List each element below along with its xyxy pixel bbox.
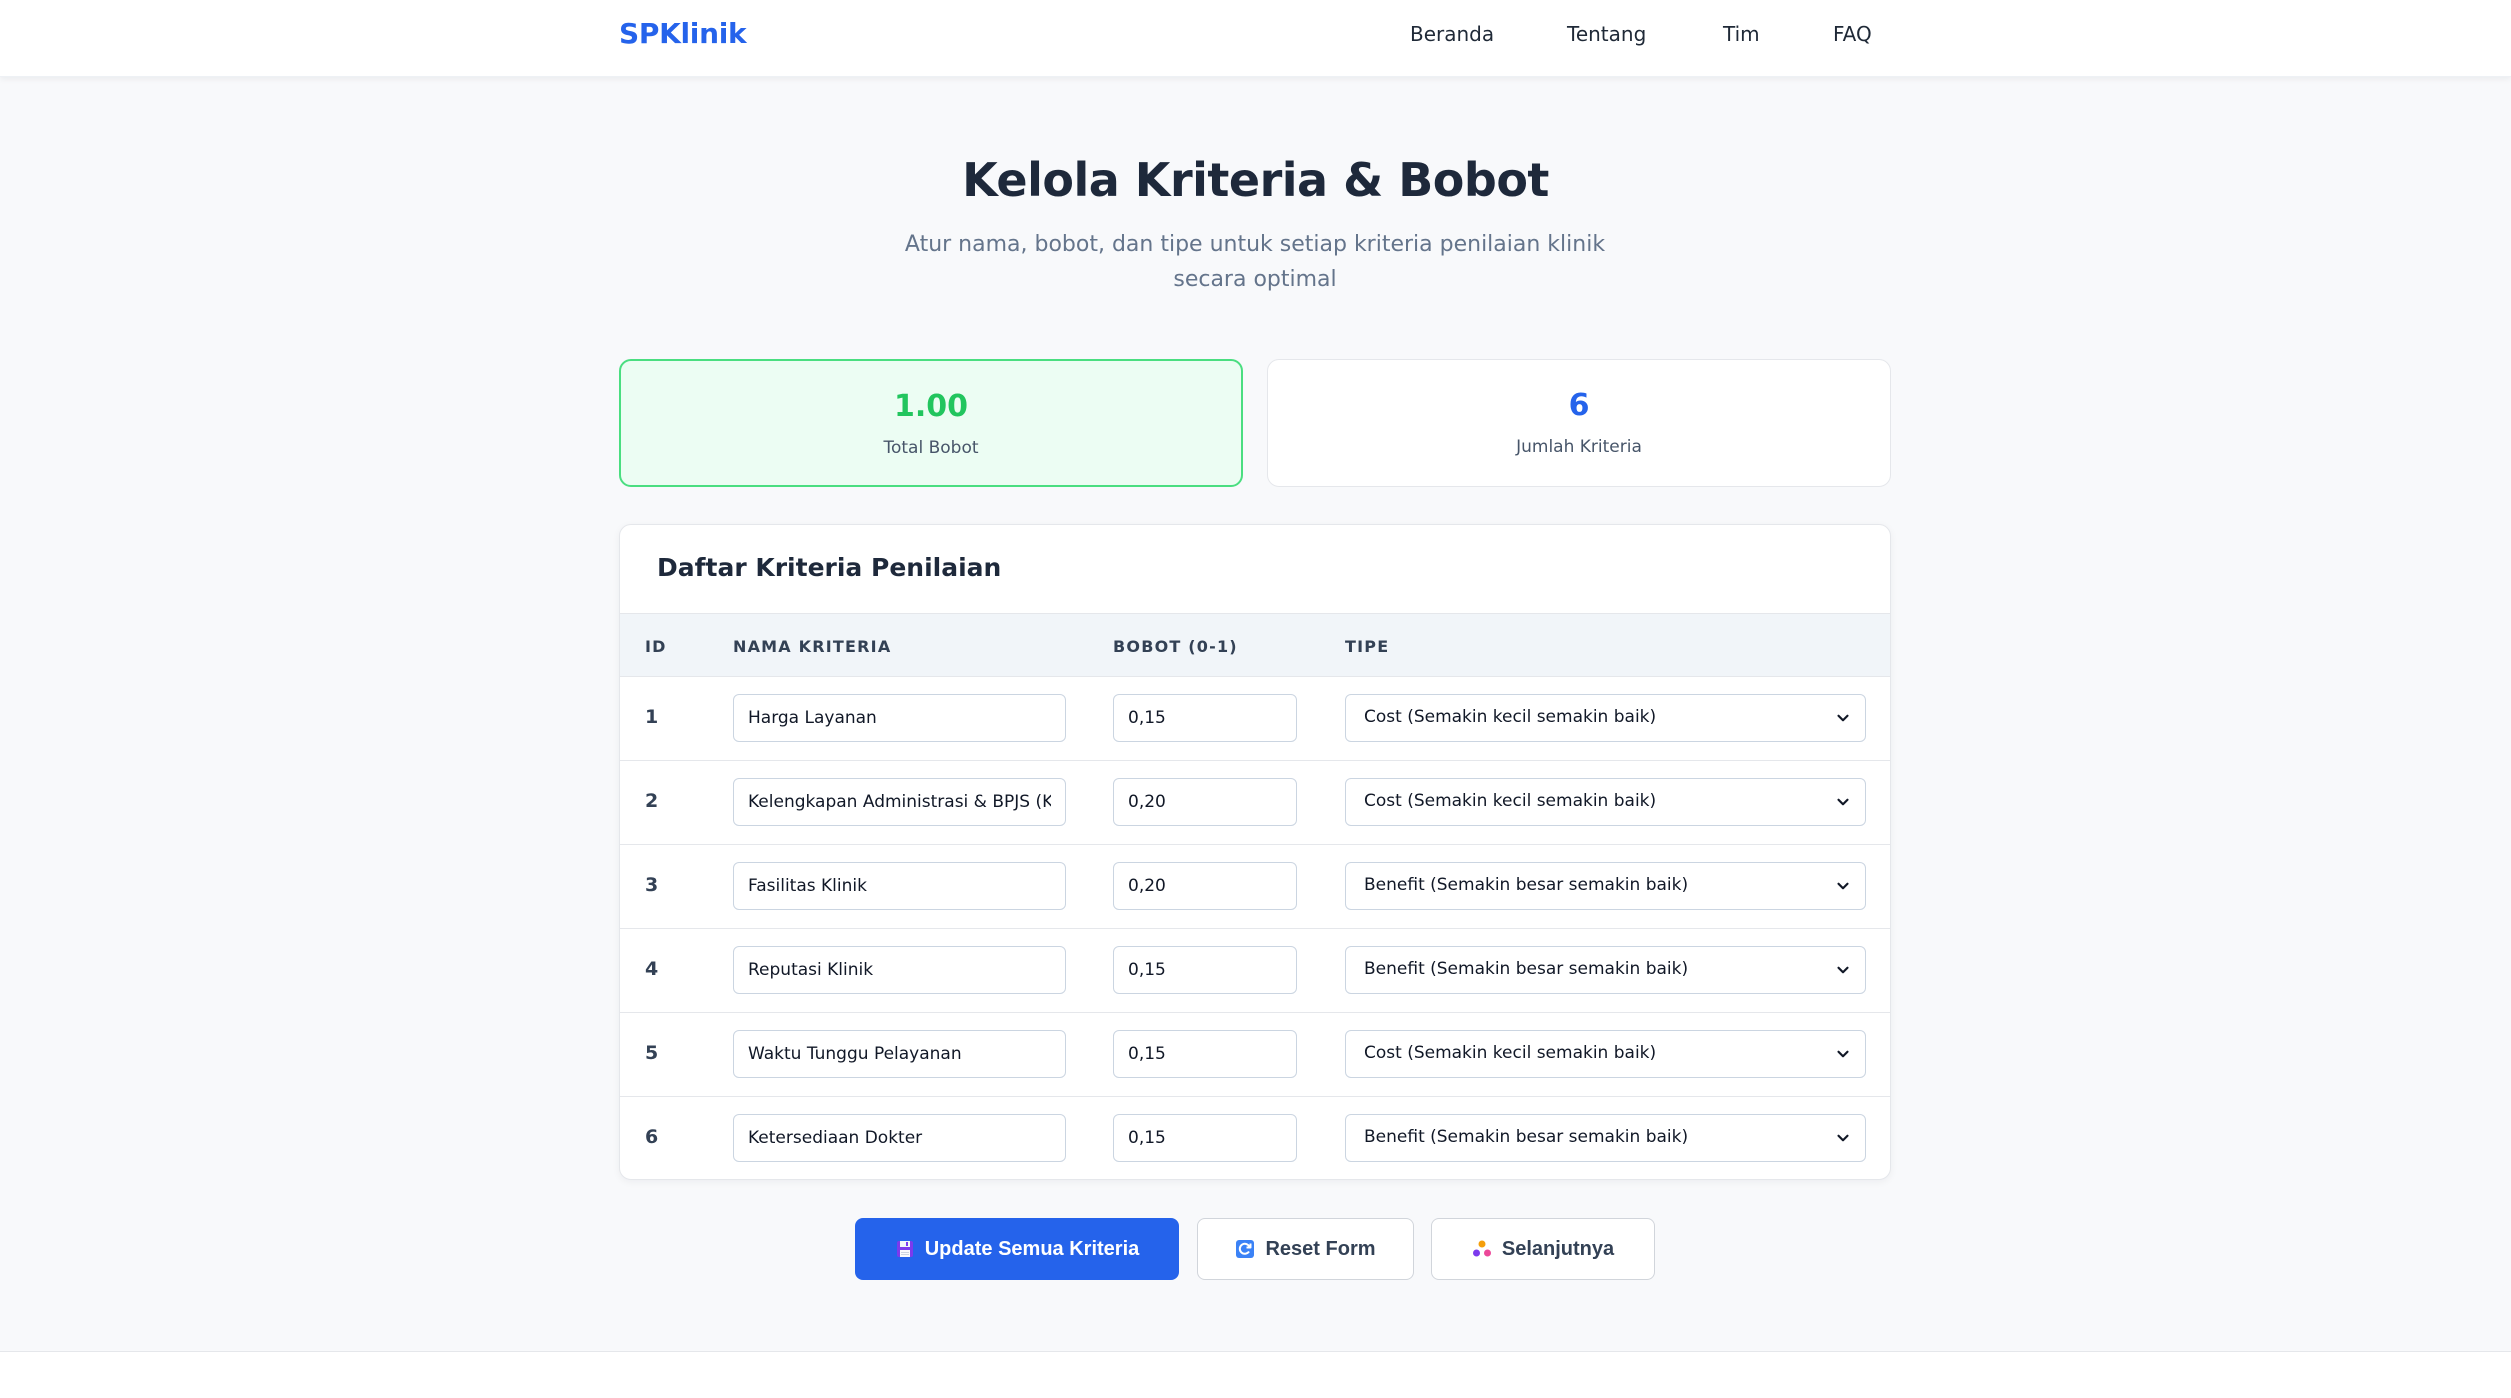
total-weight-label: Total Bobot (883, 438, 979, 458)
next-button[interactable]: Selanjutnya (1431, 1218, 1655, 1280)
table-row: 4 Benefit (Semakin besar semakin baik) (620, 929, 1890, 1013)
criteria-count-card: 6 Jumlah Kriteria (1267, 359, 1891, 487)
criteria-table-card: Daftar Kriteria Penilaian ID NAMA KRITER… (619, 524, 1891, 1180)
criteria-id: 3 (645, 874, 659, 896)
table-header-row: ID NAMA KRITERIA BOBOT (0-1) TIPE (620, 613, 1890, 677)
criteria-count-value: 6 (1568, 388, 1590, 423)
criteria-type-selected: Benefit (Semakin besar semakin baik) (1364, 875, 1689, 895)
criteria-type-selected: Cost (Semakin kecil semakin baik) (1364, 1043, 1657, 1063)
update-all-criteria-button[interactable]: Update Semua Kriteria (855, 1218, 1179, 1280)
criteria-name-input[interactable] (733, 862, 1066, 910)
reset-form-button[interactable]: Reset Form (1197, 1218, 1414, 1280)
refresh-icon (1236, 1240, 1255, 1258)
criteria-type-selected: Benefit (Semakin besar semakin baik) (1364, 959, 1689, 979)
criteria-id: 6 (645, 1126, 659, 1148)
criteria-weight-input[interactable] (1113, 1030, 1297, 1078)
column-header-weight: BOBOT (0-1) (1113, 637, 1238, 656)
floppy-disk-icon (896, 1241, 913, 1257)
table-heading: Daftar Kriteria Penilaian (657, 553, 1002, 582)
criteria-name-input[interactable] (733, 694, 1066, 742)
criteria-type-select[interactable]: Cost (Semakin kecil semakin baik) (1345, 778, 1866, 826)
criteria-type-select[interactable]: Cost (Semakin kecil semakin baik) (1345, 1030, 1866, 1078)
criteria-name-input[interactable] (733, 1030, 1066, 1078)
page-subtitle: Atur nama, bobot, dan tipe untuk setiap … (904, 232, 1606, 292)
column-header-type: TIPE (1345, 637, 1390, 656)
next-label: Selanjutnya (1501, 1237, 1615, 1260)
criteria-name-input[interactable] (733, 1114, 1066, 1162)
chevron-down-icon (1837, 714, 1849, 722)
criteria-weight-input[interactable] (1113, 778, 1297, 826)
chevron-down-icon (1837, 798, 1849, 806)
criteria-id: 2 (645, 790, 659, 812)
criteria-id: 1 (645, 706, 659, 728)
table-row: 5 Cost (Semakin kecil semakin baik) (620, 1013, 1890, 1097)
criteria-name-input[interactable] (733, 778, 1066, 826)
chevron-down-icon (1837, 882, 1849, 890)
chevron-down-icon (1837, 1050, 1849, 1058)
column-header-id: ID (645, 637, 667, 656)
criteria-type-select[interactable]: Benefit (Semakin besar semakin baik) (1345, 1114, 1866, 1162)
chevron-down-icon (1837, 1134, 1849, 1142)
criteria-type-select[interactable]: Benefit (Semakin besar semakin baik) (1345, 946, 1866, 994)
reset-form-label: Reset Form (1265, 1237, 1376, 1260)
criteria-id: 5 (645, 1042, 659, 1064)
update-all-criteria-label: Update Semua Kriteria (924, 1237, 1140, 1260)
main-content: Kelola Kriteria & Bobot Atur nama, bobot… (0, 77, 2511, 1352)
criteria-name-input[interactable] (733, 946, 1066, 994)
table-row: 6 Benefit (Semakin besar semakin baik) (620, 1097, 1890, 1179)
criteria-count-label: Jumlah Kriteria (1516, 437, 1642, 457)
brand-logo[interactable]: SPKlinik (619, 17, 747, 50)
nav-link-beranda[interactable]: Beranda (1410, 22, 1494, 46)
criteria-type-select[interactable]: Cost (Semakin kecil semakin baik) (1345, 694, 1866, 742)
criteria-type-select[interactable]: Benefit (Semakin besar semakin baik) (1345, 862, 1866, 910)
nav-link-tentang[interactable]: Tentang (1567, 22, 1646, 46)
criteria-weight-input[interactable] (1113, 862, 1297, 910)
nav-link-faq[interactable]: FAQ (1833, 22, 1872, 46)
column-header-name: NAMA KRITERIA (733, 637, 892, 656)
criteria-type-selected: Cost (Semakin kecil semakin baik) (1364, 707, 1657, 727)
criteria-weight-input[interactable] (1113, 694, 1297, 742)
page-title: Kelola Kriteria & Bobot (962, 153, 1549, 207)
people-icon (1472, 1240, 1491, 1257)
chevron-down-icon (1837, 966, 1849, 974)
table-row: 3 Benefit (Semakin besar semakin baik) (620, 845, 1890, 929)
criteria-weight-input[interactable] (1113, 946, 1297, 994)
criteria-type-selected: Benefit (Semakin besar semakin baik) (1364, 1127, 1689, 1147)
top-navbar: SPKlinik Beranda Tentang Tim FAQ (0, 0, 2511, 77)
criteria-id: 4 (645, 958, 659, 980)
criteria-type-selected: Cost (Semakin kecil semakin baik) (1364, 791, 1657, 811)
criteria-weight-input[interactable] (1113, 1114, 1297, 1162)
table-row: 1 Cost (Semakin kecil semakin baik) (620, 677, 1890, 761)
table-row: 2 Cost (Semakin kecil semakin baik) (620, 761, 1890, 845)
total-weight-value: 1.00 (893, 389, 969, 424)
nav-link-tim[interactable]: Tim (1723, 22, 1760, 46)
total-weight-card: 1.00 Total Bobot (619, 359, 1243, 487)
